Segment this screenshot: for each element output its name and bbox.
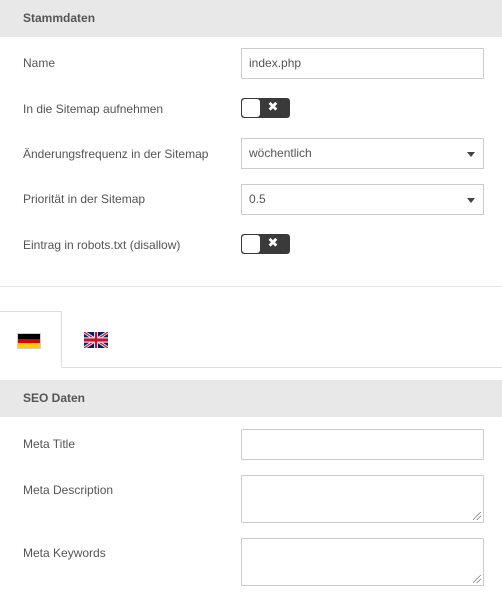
chevron-down-icon — [467, 198, 475, 203]
meta-title-input[interactable] — [241, 429, 484, 460]
priority-label: Priorität in der Sitemap — [23, 192, 146, 206]
robots-toggle[interactable]: ✖ — [241, 234, 290, 254]
close-icon: ✖ — [267, 100, 279, 115]
priority-select[interactable]: 0.5 — [241, 184, 484, 215]
close-icon: ✖ — [267, 236, 279, 251]
section-divider — [0, 286, 502, 287]
robots-label: Eintrag in robots.txt (disallow) — [23, 238, 181, 252]
toggle-knob — [242, 235, 260, 253]
meta-keywords-label: Meta Keywords — [23, 546, 106, 560]
tab-de[interactable] — [0, 311, 62, 368]
frequency-select[interactable]: wöchentlich — [241, 138, 484, 169]
meta-description-textarea[interactable] — [241, 475, 484, 523]
tab-en[interactable] — [62, 311, 132, 368]
resize-grip-icon[interactable] — [473, 512, 481, 520]
chevron-down-icon — [467, 152, 475, 157]
priority-select-value: 0.5 — [249, 192, 266, 206]
frequency-select-value: wöchentlich — [249, 146, 312, 160]
name-input[interactable]: index.php — [241, 48, 484, 79]
frequency-label: Änderungsfrequenz in der Sitemap — [23, 147, 209, 161]
resize-grip-icon[interactable] — [473, 575, 481, 583]
meta-description-label: Meta Description — [23, 483, 114, 497]
seo-header: SEO Daten — [0, 380, 502, 417]
meta-keywords-textarea[interactable] — [241, 538, 484, 586]
stammdaten-header: Stammdaten — [0, 0, 502, 37]
meta-title-label: Meta Title — [23, 437, 76, 451]
german-flag-icon — [17, 333, 41, 349]
sitemap-label: In die Sitemap aufnehmen — [23, 102, 164, 116]
toggle-knob — [242, 99, 260, 117]
name-label: Name — [23, 56, 56, 70]
british-flag-icon — [84, 332, 108, 348]
sitemap-toggle[interactable]: ✖ — [241, 98, 290, 118]
